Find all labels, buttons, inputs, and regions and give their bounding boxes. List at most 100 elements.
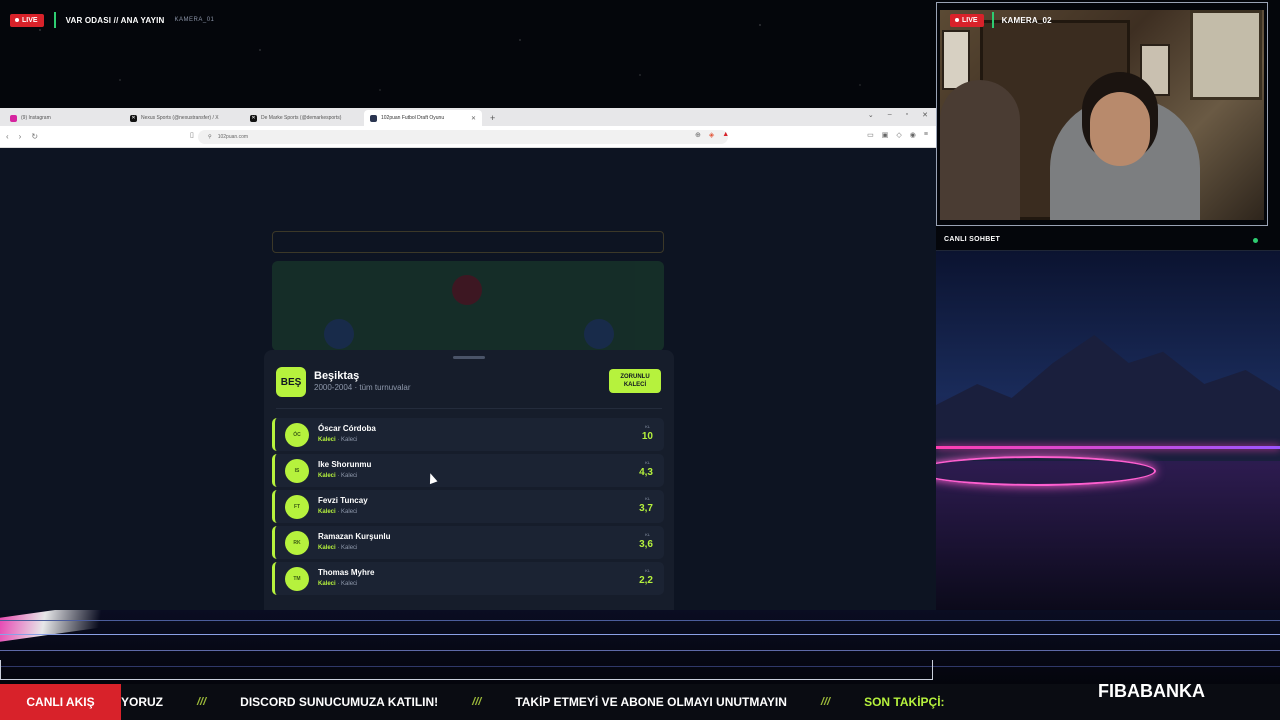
player-name: Fevzi Tuncay xyxy=(318,496,368,505)
ticker-item: DISCORD SUNUCUMUZA KATILIN! xyxy=(240,695,439,709)
grid-line xyxy=(0,650,1280,651)
neon-streak xyxy=(0,610,110,642)
player-value-label: KL xyxy=(645,568,650,573)
player-avatar: TM xyxy=(285,567,309,591)
player-position: Kaleci · Kaleci xyxy=(318,581,358,587)
site-favicon-icon xyxy=(370,114,377,122)
player-row[interactable]: IS Ike Shorunmu Kaleci · Kaleci KL 4,3 xyxy=(272,454,664,487)
camera-2-label: KAMERA_02 xyxy=(1001,15,1052,25)
live-badge: LIVE xyxy=(950,13,984,27)
player-avatar: ÓC xyxy=(285,423,309,447)
browser-window: (9) Instagram ✕ Nexus Sports (@nexustrans… xyxy=(0,108,936,148)
player-row[interactable]: FT Fevzi Tuncay Kaleci · Kaleci KL 3,7 xyxy=(272,490,664,523)
last-follower-name: FIBABANKA xyxy=(1098,681,1205,701)
ticker-item: SON TAKİPÇİ: xyxy=(864,695,945,709)
player-value: 10 xyxy=(641,431,653,442)
screenshot-icon[interactable]: ▣ xyxy=(882,131,889,139)
ticker-track: YORUZ /// DISCORD SUNUCUMUZA KATILIN! //… xyxy=(121,695,945,709)
window-controls: ⌄ – ▫ ✕ xyxy=(868,111,928,119)
person-right-head xyxy=(1090,92,1150,166)
dimmed-pitch-slot xyxy=(452,275,482,305)
player-value-label: KL xyxy=(645,496,650,501)
warning-icon[interactable]: ▲ xyxy=(722,131,729,139)
news-ticker: CANLI AKIŞ YORUZ /// DISCORD SUNUCUMUZA … xyxy=(0,684,1280,720)
sidebar-icon[interactable]: ▭ xyxy=(867,131,874,139)
player-name: Ike Shorunmu xyxy=(318,460,372,469)
grid-line xyxy=(0,634,1280,635)
dimmed-pitch-slot xyxy=(324,319,354,349)
tab-strip: (9) Instagram ✕ Nexus Sports (@nexustrans… xyxy=(0,108,936,126)
team-period: 2000-2004 · tüm turnuvalar xyxy=(314,383,411,392)
tab-de-marke-sports[interactable]: ✕ De Marke Sports (@demarkesports) xyxy=(244,110,362,126)
minimize-icon[interactable]: – xyxy=(888,111,892,119)
sheet-drag-handle[interactable] xyxy=(453,356,485,359)
close-window-icon[interactable]: ✕ xyxy=(922,111,928,119)
ticker-separator: /// xyxy=(197,696,207,708)
synthwave-backdrop xyxy=(936,251,1280,611)
instagram-icon xyxy=(10,114,17,122)
team-player-sheet: BEŞ Beşiktaş 2000-2004 · tüm turnuvalar … xyxy=(264,350,674,610)
player-value: 4,3 xyxy=(639,467,653,478)
person-left xyxy=(940,80,1020,220)
player-row[interactable]: TM Thomas Myhre Kaleci · Kaleci KL 2,2 xyxy=(272,562,664,595)
tab-nexus-sports[interactable]: ✕ Nexus Sports (@nexustransfer) / X xyxy=(124,110,242,126)
zoom-icon[interactable]: ⊕ xyxy=(695,131,701,139)
forced-goalkeeper-badge[interactable]: ZORUNLU KALECİ xyxy=(609,369,661,393)
online-indicator-icon xyxy=(1253,238,1258,243)
dimmed-pitch xyxy=(272,261,664,351)
player-value: 2,2 xyxy=(639,575,653,586)
address-bar-row: ‹ › ↻ ▯ ⚲ 102puan.com ⊕ ◈ ▲ ▭ ▣ ◇ ◉ ≡ xyxy=(0,126,936,148)
url-text: 102puan.com xyxy=(217,133,249,140)
dimmed-pitch-slot xyxy=(584,319,614,349)
player-list: ÓC Óscar Córdoba Kaleci · Kaleci KL 10 I… xyxy=(272,418,664,598)
stream-title: VAR ODASI // ANA YAYIN xyxy=(65,15,165,25)
close-tab-icon[interactable]: ✕ xyxy=(471,115,476,122)
toolbar-icons: ⊕ ◈ ▲ ▭ ▣ ◇ ◉ ≡ xyxy=(695,131,928,139)
bookmark-icon[interactable]: ▯ xyxy=(190,131,194,139)
grid-line xyxy=(0,620,1280,621)
neon-ring xyxy=(936,456,1156,486)
shield-icon[interactable]: ◈ xyxy=(709,131,714,139)
back-icon[interactable]: ‹ xyxy=(6,132,9,141)
menu-icon[interactable]: ≡ xyxy=(924,131,928,139)
webcam-feed xyxy=(940,10,1264,220)
forward-icon[interactable]: › xyxy=(19,132,22,141)
player-position: Kaleci · Kaleci xyxy=(318,545,358,551)
camera-1-label: KAMERA_01 xyxy=(174,17,215,23)
reload-icon[interactable]: ↻ xyxy=(31,132,38,141)
x-logo-icon: ✕ xyxy=(250,114,257,122)
address-bar[interactable]: ⚲ 102puan.com xyxy=(198,129,729,144)
tab-instagram[interactable]: (9) Instagram xyxy=(4,110,122,126)
camera-2-header: LIVE KAMERA_02 xyxy=(950,12,1052,28)
live-dot-icon xyxy=(15,18,19,22)
live-badge: LIVE xyxy=(10,13,44,27)
maximize-icon[interactable]: ▫ xyxy=(906,111,908,119)
site-info-icon[interactable]: ⚲ xyxy=(208,134,212,140)
player-position: Kaleci · Kaleci xyxy=(318,509,358,515)
player-row[interactable]: RK Ramazan Kurşunlu Kaleci · Kaleci KL 3… xyxy=(272,526,664,559)
stream-header: LIVE VAR ODASI // ANA YAYIN KAMERA_01 xyxy=(10,12,214,28)
player-position: Kaleci · Kaleci xyxy=(318,437,358,443)
extensions-icon[interactable]: ◇ xyxy=(896,131,901,139)
player-row[interactable]: ÓC Óscar Córdoba Kaleci · Kaleci KL 10 xyxy=(272,418,664,451)
ticker-item: YORUZ xyxy=(121,695,163,709)
ticker-label: CANLI AKIŞ xyxy=(0,684,121,720)
player-value-label: KL xyxy=(645,460,650,465)
player-name: Ramazan Kurşunlu xyxy=(318,532,391,541)
player-value: 3,6 xyxy=(639,539,653,550)
tab-102puan[interactable]: 102puan Futbol Draft Oyunu ✕ xyxy=(364,110,482,126)
team-badge: BEŞ xyxy=(276,367,306,397)
player-avatar: FT xyxy=(285,495,309,519)
ticker-item: TAKİP ETMEYİ VE ABONE OLMAYI UNUTMAYIN xyxy=(515,695,787,709)
vpn-icon[interactable]: ◉ xyxy=(910,131,916,139)
screen-frame-border xyxy=(0,660,933,680)
tab-list-icon[interactable]: ⌄ xyxy=(868,111,874,119)
chat-title: CANLI SOHBET xyxy=(944,236,1001,243)
player-value-label: KL xyxy=(645,532,650,537)
x-logo-icon: ✕ xyxy=(130,114,137,122)
page-content: BEŞ Beşiktaş 2000-2004 · tüm turnuvalar … xyxy=(0,148,936,610)
dimmed-background-page xyxy=(272,153,664,353)
new-tab-button[interactable]: + xyxy=(484,110,501,126)
wall-frame xyxy=(1140,44,1170,96)
header-divider xyxy=(991,12,994,28)
